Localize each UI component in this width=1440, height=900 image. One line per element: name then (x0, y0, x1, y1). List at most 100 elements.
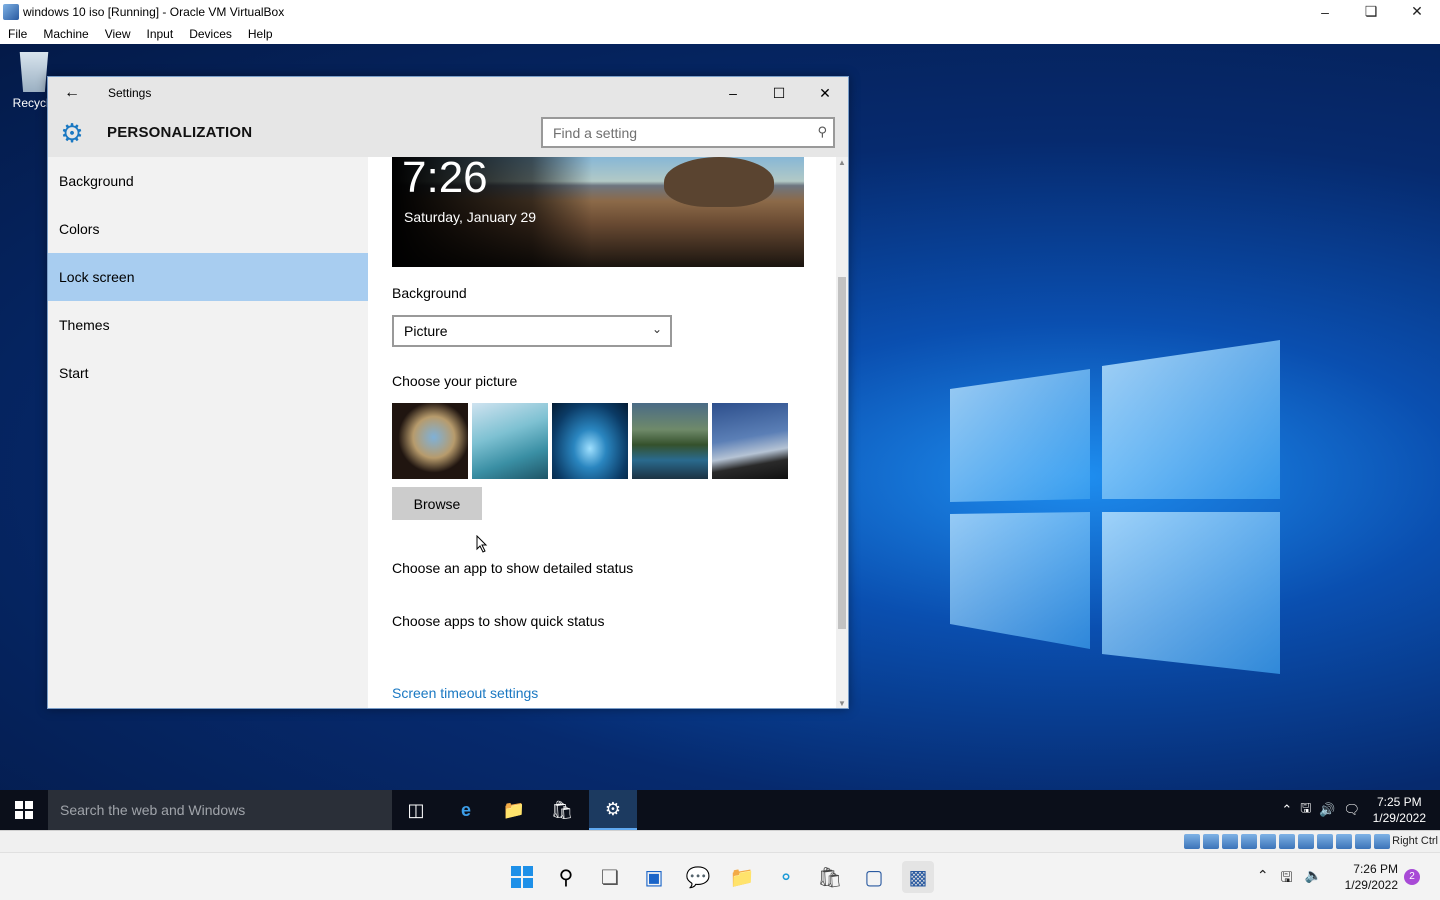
picture-thumbnail[interactable] (472, 403, 548, 479)
background-dropdown-value: Picture (404, 323, 448, 339)
guest-time: 7:25 PM (1376, 795, 1422, 809)
taskbar-search-input[interactable]: Search the web and Windows (48, 790, 392, 830)
picture-thumbnail[interactable] (712, 403, 788, 479)
action-center-icon[interactable]: 🗨 (1343, 802, 1360, 818)
detailed-status-label: Choose an app to show detailed status (392, 560, 634, 576)
network-status-icon[interactable] (1241, 834, 1257, 849)
host-start-button[interactable] (506, 861, 538, 893)
settings-window-title: Settings (108, 86, 152, 100)
hard-disk-status-icon[interactable] (1184, 834, 1200, 849)
picture-thumbnail[interactable] (632, 403, 708, 479)
close-button[interactable]: ✕ (1394, 0, 1440, 23)
host-chat-icon[interactable]: 💬 (682, 861, 714, 893)
guest-desktop: Recycle ← Settings – ☐ ✕ ⚙ PERSONALIZATI… (0, 44, 1440, 830)
picture-thumbnail[interactable] (552, 403, 628, 479)
settings-titlebar: ← Settings – ☐ ✕ (48, 77, 848, 109)
host-taskbar: ⚲ ❏ ▣ 💬 📁 ⚬ 🛍 ▢ ▩ ⌃ 🖫 🔈 7:26 PM 1/29/202… (0, 852, 1440, 900)
host-time: 7:26 PM (1353, 862, 1398, 876)
host-key-label: Right Ctrl (1392, 835, 1438, 847)
network-icon[interactable]: 🖫 (1300, 799, 1311, 821)
windows-11-start-icon (511, 866, 533, 888)
host-widgets-icon[interactable]: ▣ (638, 861, 670, 893)
sidebar-item-background[interactable]: Background (48, 157, 368, 205)
chevron-up-icon[interactable]: ⌃ (1281, 802, 1292, 818)
recycle-bin-icon (19, 52, 49, 92)
host-virtualbox-manager-icon[interactable]: ▢ (858, 861, 890, 893)
sidebar-item-colors[interactable]: Colors (48, 205, 368, 253)
shared-folders-status-icon[interactable] (1279, 834, 1295, 849)
host-store-icon[interactable]: 🛍 (814, 861, 846, 893)
audio-status-icon[interactable] (1222, 834, 1238, 849)
guest-clock[interactable]: 7:25 PM 1/29/2022 (1373, 794, 1426, 826)
picture-thumbnail[interactable] (392, 403, 468, 479)
host-search-icon[interactable]: ⚲ (550, 861, 582, 893)
start-button[interactable] (0, 790, 48, 830)
optical-drive-status-icon[interactable] (1203, 834, 1219, 849)
settings-scrollbar[interactable]: ▲ ▼ (836, 157, 848, 708)
gear-icon: ⚙ (60, 118, 84, 148)
scrollbar-thumb[interactable] (838, 277, 846, 629)
vbox-status-bar: Right Ctrl (0, 830, 1440, 852)
menu-view[interactable]: View (97, 27, 139, 41)
scroll-up-icon[interactable]: ▲ (836, 157, 848, 169)
restore-button[interactable]: ❏ (1348, 0, 1394, 23)
sidebar-item-lock-screen[interactable]: Lock screen (48, 253, 368, 301)
picture-thumbnails (392, 403, 788, 479)
host-volume-mute-icon[interactable]: 🔈 (1305, 867, 1322, 891)
display-status-icon[interactable] (1298, 834, 1314, 849)
file-explorer-icon[interactable]: 📁 (490, 790, 538, 830)
menu-devices[interactable]: Devices (181, 27, 240, 41)
host-edge-icon[interactable]: ⚬ (770, 861, 802, 893)
menu-machine[interactable]: Machine (35, 27, 96, 41)
preview-rock (664, 157, 774, 207)
settings-taskbar-icon[interactable]: ⚙ (589, 790, 637, 830)
vbox-menubar: File Machine View Input Devices Help (0, 23, 1440, 44)
host-clock[interactable]: 7:26 PM 1/29/2022 (1345, 861, 1398, 893)
store-icon[interactable]: 🛍 (538, 790, 586, 830)
settings-maximize-button[interactable]: ☐ (756, 77, 802, 109)
notification-badge[interactable]: 2 (1404, 869, 1420, 885)
settings-header: ⚙ PERSONALIZATION Find a setting ⚲ (48, 109, 848, 157)
host-network-icon[interactable]: 🖫 (1281, 867, 1293, 891)
settings-sidebar: Background Colors Lock screen Themes Sta… (48, 157, 368, 708)
volume-icon[interactable]: 🔊 (1319, 802, 1335, 818)
preview-time: 7:26 (402, 157, 488, 202)
host-system-tray: ⌃ 🖫 🔈 (1257, 867, 1322, 891)
mouse-cursor-icon (476, 535, 488, 553)
host-virtualbox-vm-icon[interactable]: ▩ (902, 861, 934, 893)
back-arrow-icon[interactable]: ← (48, 84, 96, 102)
vbox-window-title: windows 10 iso [Running] - Oracle VM Vir… (23, 4, 285, 19)
lock-screen-content: 7:26 Saturday, January 29 Background Pic… (368, 157, 836, 708)
recording-status-icon[interactable] (1317, 834, 1333, 849)
preview-date: Saturday, January 29 (404, 209, 537, 225)
host-task-view-icon[interactable]: ❏ (594, 861, 626, 893)
guest-system-tray: ⌃ 🖫 🔊 🗨 (1281, 790, 1360, 830)
find-setting-input[interactable]: Find a setting ⚲ (541, 117, 835, 148)
screen-timeout-link[interactable]: Screen timeout settings (392, 685, 538, 701)
cpu-status-icon[interactable] (1336, 834, 1352, 849)
mouse-integration-status-icon[interactable] (1355, 834, 1371, 849)
menu-file[interactable]: File (0, 27, 35, 41)
background-dropdown[interactable]: Picture ⌄ (392, 315, 672, 347)
browse-button[interactable]: Browse (392, 487, 482, 520)
host-chevron-up-icon[interactable]: ⌃ (1257, 867, 1269, 891)
menu-input[interactable]: Input (139, 27, 182, 41)
sidebar-item-start[interactable]: Start (48, 349, 368, 397)
scroll-down-icon[interactable]: ▼ (836, 698, 848, 708)
vbox-titlebar: windows 10 iso [Running] - Oracle VM Vir… (0, 0, 1440, 23)
guest-date: 1/29/2022 (1372, 811, 1426, 825)
minimize-button[interactable]: – (1302, 0, 1348, 23)
settings-close-button[interactable]: ✕ (802, 77, 848, 109)
lock-screen-preview: 7:26 Saturday, January 29 (392, 157, 804, 267)
task-view-icon[interactable]: ◫ (392, 790, 440, 830)
settings-minimize-button[interactable]: – (710, 77, 756, 109)
edge-legacy-icon[interactable]: e (442, 790, 490, 830)
chevron-down-icon: ⌄ (651, 322, 662, 336)
usb-status-icon[interactable] (1260, 834, 1276, 849)
quick-status-label: Choose apps to show quick status (392, 613, 605, 629)
menu-help[interactable]: Help (240, 27, 281, 41)
sidebar-item-themes[interactable]: Themes (48, 301, 368, 349)
background-label: Background (392, 285, 467, 301)
keyboard-status-icon[interactable] (1374, 834, 1390, 849)
host-file-explorer-icon[interactable]: 📁 (726, 861, 758, 893)
